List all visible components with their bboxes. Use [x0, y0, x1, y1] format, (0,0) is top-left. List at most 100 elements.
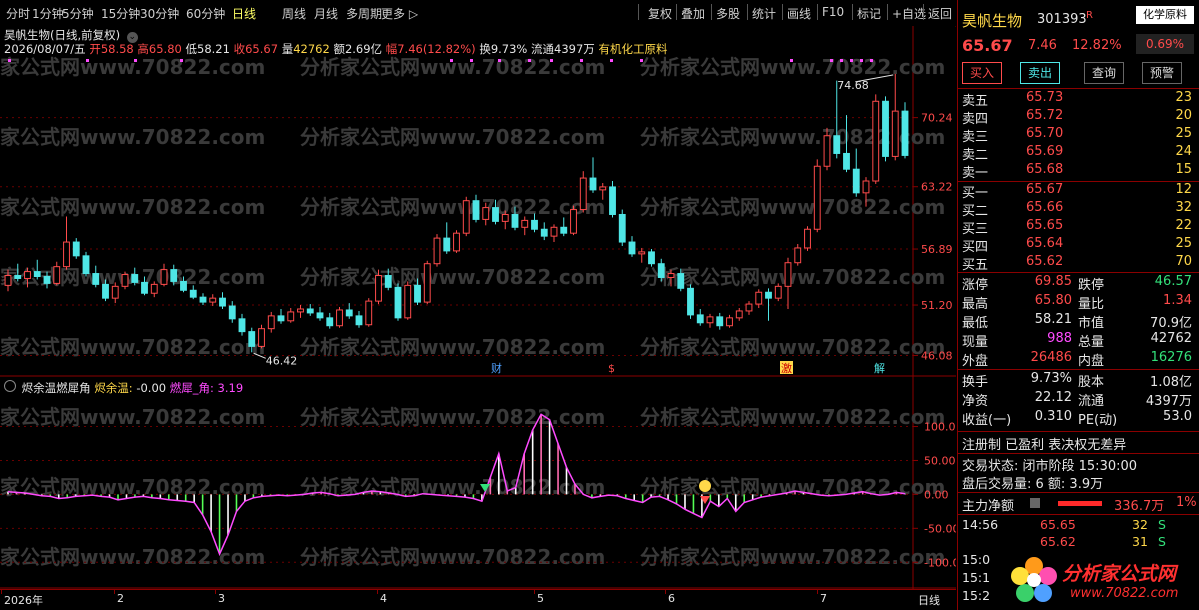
candle-body [852, 168, 860, 194]
buy-button[interactable]: 买入 [962, 62, 1002, 84]
candle-body [228, 305, 236, 320]
toolbar-item-4[interactable]: 30分钟 [140, 5, 179, 22]
toolbar-right-item-3[interactable]: 统计 [752, 5, 776, 22]
sector-badge[interactable]: 化学原料 [1136, 6, 1194, 24]
candle [618, 209, 626, 246]
toolbar-item-10[interactable]: 更多 ▷ [381, 5, 418, 22]
candle-body [219, 297, 226, 307]
indicator-param2: 3.19 [217, 381, 244, 395]
quote-value: 26486 [1030, 350, 1072, 365]
stat-value: 0.310 [1034, 409, 1072, 424]
toolbar-right-item-8[interactable]: 返回 [928, 5, 952, 22]
sector-label[interactable]: 有机化工原料 [598, 42, 667, 56]
bid-row[interactable]: 买五 65.62 70 [962, 254, 1196, 273]
toolbar-item-6[interactable]: 日线 [232, 5, 256, 22]
bid-row[interactable]: 买三 65.65 22 [962, 218, 1196, 237]
stat-value: 1.08亿 [1150, 375, 1192, 390]
toolbar-right-item-0[interactable]: 复权 [648, 5, 672, 22]
candle-body [501, 213, 509, 222]
price-axis-label: 56.89 [921, 243, 953, 256]
toolbar-item-5[interactable]: 60分钟 [186, 5, 225, 22]
toolbar-item-8[interactable]: 月线 [314, 5, 338, 22]
candle-body [648, 251, 655, 265]
candle-body [82, 255, 90, 275]
event-tag[interactable]: $ [608, 362, 615, 375]
toolbar-right-item-4[interactable]: 画线 [787, 5, 811, 22]
event-tag[interactable]: 激 [781, 361, 792, 375]
tick-volume: 31 [1132, 534, 1148, 549]
x-axis-period[interactable]: 日线 [918, 592, 940, 608]
query-button[interactable]: 查询 [1084, 62, 1124, 84]
book-divider [958, 181, 1199, 182]
quote-row: 最低 58.21 市值 70.9亿 [962, 312, 1196, 331]
bid-row[interactable]: 买一 65.67 12 [962, 182, 1196, 201]
bid-row[interactable]: 买二 65.66 32 [962, 200, 1196, 219]
ask-row[interactable]: 卖五 65.73 23 [962, 90, 1196, 109]
candle [394, 283, 402, 321]
gear-icon[interactable] [4, 380, 16, 392]
event-tag[interactable]: 财 [491, 361, 502, 375]
tick-row: 14:56 65.65 32 S [962, 517, 1196, 534]
high-marker: 74.68 [837, 79, 869, 92]
indicator-name[interactable]: 烬余温燃犀角 [22, 381, 91, 395]
book-label: 买四 [962, 240, 989, 255]
ask-row[interactable]: 卖二 65.69 24 [962, 144, 1196, 163]
signal-dot [86, 59, 89, 62]
book-price: 65.68 [1026, 162, 1064, 177]
watermark-text: 分析家公式网www.70822.com [0, 125, 265, 149]
candle-body [560, 226, 568, 234]
candle [258, 324, 265, 349]
candle-body [404, 284, 412, 319]
toolbar-item-1[interactable]: 1分钟 [32, 5, 64, 22]
toolbar-item-0[interactable]: 分时 [6, 5, 30, 22]
main-force-pct: 1% [1176, 495, 1197, 510]
candle-body [589, 177, 597, 191]
candle-body [638, 251, 646, 255]
candle-body [540, 228, 548, 237]
toolbar-item-9[interactable]: 多周期 [346, 5, 382, 22]
candle-body [306, 308, 314, 314]
toolbar-item-7[interactable]: 周线 [282, 5, 306, 22]
event-tag[interactable]: 解 [874, 361, 885, 375]
candle-body [33, 271, 41, 277]
main-force-row[interactable]: 主力净额 336.7万 1% [962, 495, 1197, 514]
kline-chart[interactable]: 分析家公式网www.70822.com 分析家公式网www.70822.com 分析… [0, 26, 956, 589]
ask-row[interactable]: 卖四 65.72 20 [962, 108, 1196, 127]
quote-value: 58.21 [1034, 312, 1072, 327]
candle-body [823, 135, 831, 167]
toolbar-right-item-6[interactable]: 标记 [857, 5, 881, 22]
stock-name: 昊帆生物 [962, 12, 1023, 30]
price-axis-label: 70.24 [921, 112, 953, 125]
candle-body [375, 275, 382, 302]
candle-body [394, 286, 402, 319]
signal-dot [830, 59, 833, 62]
ask-row[interactable]: 卖一 65.68 15 [962, 162, 1196, 181]
low-marker: 46.42 [266, 354, 298, 367]
toolbar-right-item-1[interactable]: 叠加 [681, 5, 705, 22]
float-value: 4397万 [554, 42, 595, 56]
toolbar-right-item-7[interactable]: +自选 [892, 5, 926, 22]
quote-value: 70.9亿 [1150, 316, 1192, 331]
range-value: 7.46(12.82%) [397, 42, 476, 56]
indicator-param1: -0.00 [136, 381, 167, 395]
candle-body [609, 186, 616, 215]
toolbar-right-item-2[interactable]: 多股 [716, 5, 740, 22]
candle-body [189, 289, 197, 298]
alert-button[interactable]: 预警 [1142, 62, 1182, 84]
quote-label: 跌停 [1078, 278, 1105, 293]
x-axis-label: 2 [117, 592, 124, 605]
toolbar-item-3[interactable]: 15分钟 [101, 5, 140, 22]
toolbar-right-item-5[interactable]: F10 [822, 5, 844, 19]
ask-row[interactable]: 卖三 65.70 25 [962, 126, 1196, 145]
sell-button[interactable]: 卖出 [1020, 62, 1060, 84]
signal-dot [870, 59, 873, 62]
tick-time: 15:2 [962, 588, 991, 603]
candle-body [150, 283, 158, 294]
book-volume: 22 [1175, 218, 1192, 233]
quote-value: 988 [1047, 331, 1072, 346]
bid-row[interactable]: 买四 65.64 25 [962, 236, 1196, 255]
candle-body [53, 266, 61, 284]
watermark-text: 分析家公式网www.70822.com [640, 405, 945, 429]
toolbar-item-2[interactable]: 5分钟 [62, 5, 94, 22]
candle-body [843, 152, 850, 170]
